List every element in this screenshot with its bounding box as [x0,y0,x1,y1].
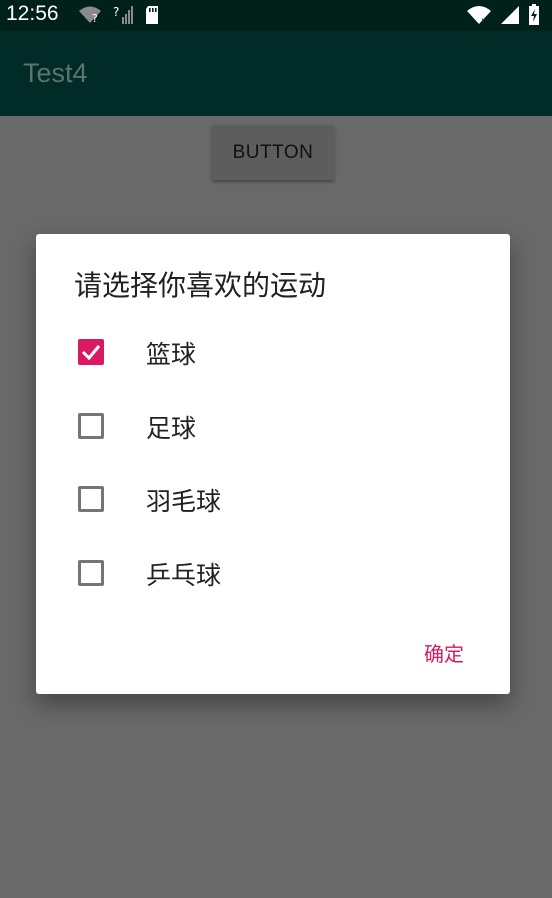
checkbox-unchecked-icon[interactable] [78,412,104,439]
wifi-question-icon: ? [79,6,101,25]
checkbox-unchecked-icon[interactable] [78,559,104,586]
svg-text:?: ? [92,12,98,25]
option-label: 篮球 [146,340,197,369]
svg-text:?: ? [113,5,119,19]
option-badminton[interactable]: 羽毛球 [36,462,510,536]
checkbox-checked-icon[interactable] [78,339,104,365]
option-label: 乒乓球 [146,560,222,590]
option-football[interactable]: 足球 [36,389,510,463]
status-time: 12:56 [6,2,59,25]
option-table-tennis[interactable]: 乒乓球 [36,536,510,610]
option-label: 足球 [146,413,197,443]
status-right-icons: x [466,4,540,26]
status-left-icons: ? ? [78,4,160,26]
option-basketball[interactable]: 篮球 [36,315,510,389]
dialog-title: 请选择你喜欢的运动 [74,269,327,302]
battery-icon [529,4,539,25]
wifi-icon: x [467,6,491,25]
app-bar: Test4 [0,31,552,116]
app-title: Test4 [23,58,88,88]
checkbox-unchecked-icon[interactable] [78,486,104,512]
sports-dialog: 请选择你喜欢的运动 篮球 足球 羽毛球 乒乓球 确定 [36,234,510,694]
sd-card-icon [146,6,158,24]
confirm-button[interactable]: 确定 [424,638,464,667]
signal-icon [501,6,519,24]
status-bar: 12:56 ? ? x [0,0,552,31]
svg-text:x: x [481,16,487,25]
signal-question-icon: ? [113,5,133,24]
main-button[interactable]: BUTTON [212,125,334,180]
option-label: 羽毛球 [146,487,222,516]
option-list: 篮球 足球 羽毛球 乒乓球 [36,315,510,609]
